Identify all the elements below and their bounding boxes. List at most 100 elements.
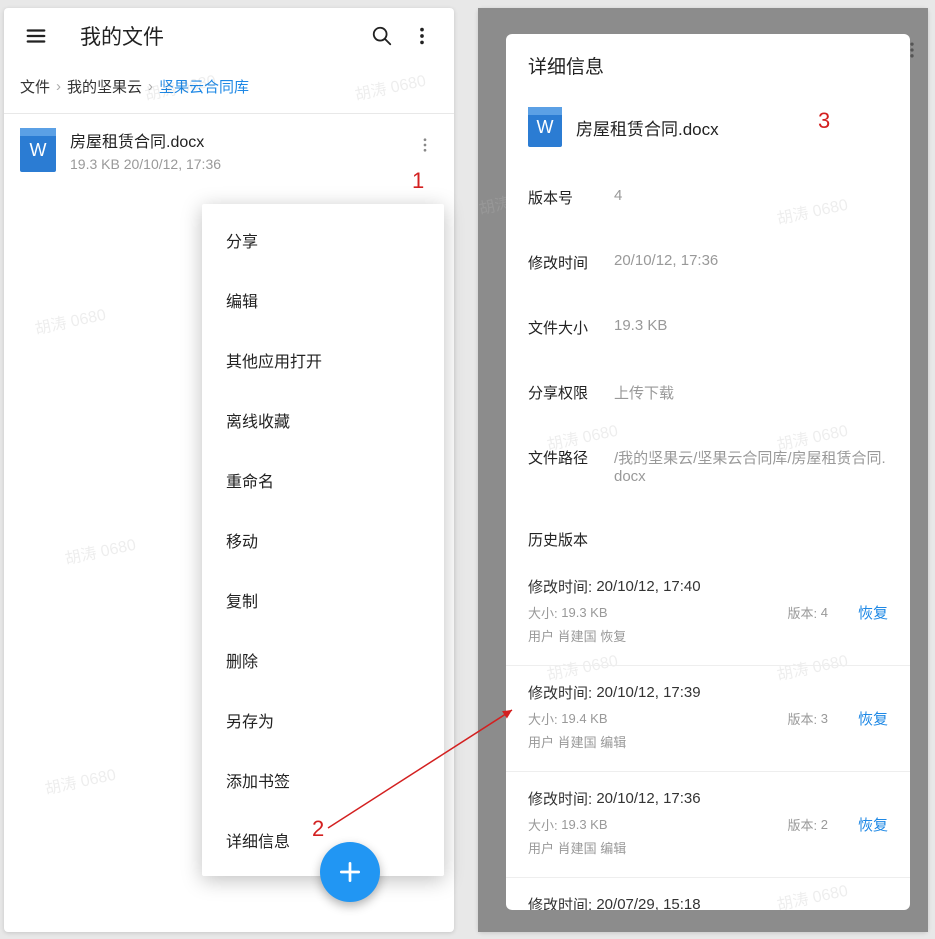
watermark: 胡涛 0680 — [62, 531, 137, 569]
details-sheet: 胡涛 0680 胡涛 0680 胡涛 0680 胡涛 0680 胡涛 0680 … — [506, 34, 910, 910]
info-size: 文件大小 19.3 KB — [528, 295, 888, 360]
action: 恢复 — [600, 626, 626, 645]
breadcrumb-part[interactable]: 我的坚果云 — [67, 76, 142, 97]
value: 2 — [821, 817, 828, 832]
value: 3 — [821, 711, 828, 726]
label: 版本: — [788, 709, 818, 728]
info-mtime: 修改时间 20/10/12, 17:36 — [528, 230, 888, 295]
label: 修改时间: — [528, 682, 592, 703]
value: 20/10/12, 17:36 — [596, 790, 700, 807]
version-size: 大小: 19.4 KB 版本: 3 — [528, 709, 888, 728]
version-time: 修改时间: 20/10/12, 17:39 — [528, 682, 888, 703]
value: 4 — [821, 605, 828, 620]
version-time: 修改时间: 20/10/12, 17:36 — [528, 788, 888, 809]
label: 用户 — [528, 732, 554, 751]
info-value: /我的坚果云/坚果云合同库/房屋租赁合同.docx — [614, 447, 888, 485]
watermark: 胡涛 0680 — [42, 761, 117, 799]
version-item: 修改时间: 20/10/12, 17:36 大小: 19.3 KB 版本: 2 … — [506, 771, 910, 877]
menu-item-offline[interactable]: 离线收藏 — [202, 390, 444, 450]
version-time: 修改时间: 20/10/12, 17:40 — [528, 576, 888, 597]
menu-item-open-with[interactable]: 其他应用打开 — [202, 330, 444, 390]
menu-item-bookmark[interactable]: 添加书签 — [202, 750, 444, 810]
plus-icon — [337, 859, 363, 885]
value: 肖建国 — [558, 732, 597, 751]
left-panel: 胡涛 0680 胡涛 0680 胡涛 0680 胡涛 0680 胡涛 0680 … — [4, 8, 454, 932]
menu-item-delete[interactable]: 删除 — [202, 630, 444, 690]
info-value: 上传下载 — [614, 382, 888, 403]
file-name: 房屋租赁合同.docx — [70, 128, 398, 152]
menu-item-move[interactable]: 移动 — [202, 510, 444, 570]
label: 版本: — [788, 603, 818, 622]
value: 19.3 KB — [561, 605, 607, 620]
watermark: 胡涛 0680 — [32, 301, 107, 339]
label: 修改时间: — [528, 788, 592, 809]
label: 版本: — [788, 815, 818, 834]
right-panel: 胡涛 0680 胡涛 0680 胡涛 0680 胡涛 0680 胡涛 0680 … — [478, 8, 928, 932]
info-label: 修改时间 — [528, 252, 614, 273]
file-more-icon[interactable] — [412, 128, 438, 167]
breadcrumb-part[interactable]: 文件 — [20, 76, 50, 97]
info-value: 19.3 KB — [614, 317, 888, 334]
value: 肖建国 — [558, 838, 597, 857]
action: 编辑 — [600, 838, 626, 857]
value: 20/07/29, 15:18 — [596, 896, 700, 910]
value: 19.4 KB — [561, 711, 607, 726]
file-meta: 19.3 KB 20/10/12, 17:36 — [70, 156, 398, 172]
info-label: 分享权限 — [528, 382, 614, 403]
menu-item-rename[interactable]: 重命名 — [202, 450, 444, 510]
label: 修改时间: — [528, 894, 592, 910]
menu-item-share[interactable]: 分享 — [202, 210, 444, 270]
page-title: 我的文件 — [80, 21, 164, 51]
menu-item-edit[interactable]: 编辑 — [202, 270, 444, 330]
info-perm: 分享权限 上传下载 — [528, 360, 888, 425]
label: 修改时间: — [528, 576, 592, 597]
version-size: 大小: 19.3 KB 版本: 2 — [528, 815, 888, 834]
menu-icon[interactable] — [16, 16, 56, 56]
details-filename: 房屋租赁合同.docx — [576, 115, 719, 140]
value: 19.3 KB — [561, 817, 607, 832]
breadcrumb-sep: › — [148, 78, 153, 95]
version-user: 用户 肖建国 恢复 — [528, 626, 888, 645]
restore-button[interactable]: 恢复 — [858, 814, 888, 835]
restore-button[interactable]: 恢复 — [858, 708, 888, 729]
version-list[interactable]: 修改时间: 20/10/12, 17:40 大小: 19.3 KB 版本: 4 … — [506, 560, 910, 910]
menu-item-copy[interactable]: 复制 — [202, 570, 444, 630]
version-size: 大小: 19.3 KB 版本: 4 — [528, 603, 888, 622]
info-label: 版本号 — [528, 187, 614, 208]
search-icon[interactable] — [362, 16, 402, 56]
version-item: 修改时间: 20/07/29, 15:18 — [506, 877, 910, 910]
file-row[interactable]: W 房屋租赁合同.docx 19.3 KB 20/10/12, 17:36 — [4, 114, 454, 186]
menu-item-save-as[interactable]: 另存为 — [202, 690, 444, 750]
info-path: 文件路径 /我的坚果云/坚果云合同库/房屋租赁合同.docx — [528, 425, 888, 507]
version-item: 修改时间: 20/10/12, 17:39 大小: 19.4 KB 版本: 3 … — [506, 665, 910, 771]
label: 用户 — [528, 626, 554, 645]
file-info: 房屋租赁合同.docx 19.3 KB 20/10/12, 17:36 — [70, 128, 398, 172]
history-title: 历史版本 — [506, 507, 910, 560]
app-header: 我的文件 — [4, 8, 454, 64]
breadcrumb[interactable]: 文件 › 我的坚果云 › 坚果云合同库 — [4, 64, 454, 114]
version-time: 修改时间: 20/07/29, 15:18 — [528, 894, 888, 910]
info-label: 文件大小 — [528, 317, 614, 338]
label: 大小: — [528, 709, 558, 728]
add-fab[interactable] — [320, 842, 380, 902]
info-value: 20/10/12, 17:36 — [614, 252, 888, 269]
word-doc-icon: W — [20, 128, 56, 172]
label: 大小: — [528, 815, 558, 834]
label: 大小: — [528, 603, 558, 622]
action: 编辑 — [600, 732, 626, 751]
context-menu: 分享 编辑 其他应用打开 离线收藏 重命名 移动 复制 删除 另存为 添加书签 … — [202, 204, 444, 876]
breadcrumb-sep: › — [56, 78, 61, 95]
value: 20/10/12, 17:40 — [596, 578, 700, 595]
more-icon[interactable] — [402, 16, 442, 56]
breadcrumb-current: 坚果云合同库 — [159, 76, 249, 97]
info-label: 文件路径 — [528, 447, 614, 468]
label: 用户 — [528, 838, 554, 857]
details-header: 详细信息 — [506, 34, 910, 99]
restore-button[interactable]: 恢复 — [858, 602, 888, 623]
version-item: 修改时间: 20/10/12, 17:40 大小: 19.3 KB 版本: 4 … — [506, 560, 910, 665]
info-value: 4 — [614, 187, 888, 204]
info-list: 版本号 4 修改时间 20/10/12, 17:36 文件大小 19.3 KB … — [506, 165, 910, 507]
details-title: 详细信息 — [528, 52, 888, 79]
value: 20/10/12, 17:39 — [596, 684, 700, 701]
info-version: 版本号 4 — [528, 165, 888, 230]
